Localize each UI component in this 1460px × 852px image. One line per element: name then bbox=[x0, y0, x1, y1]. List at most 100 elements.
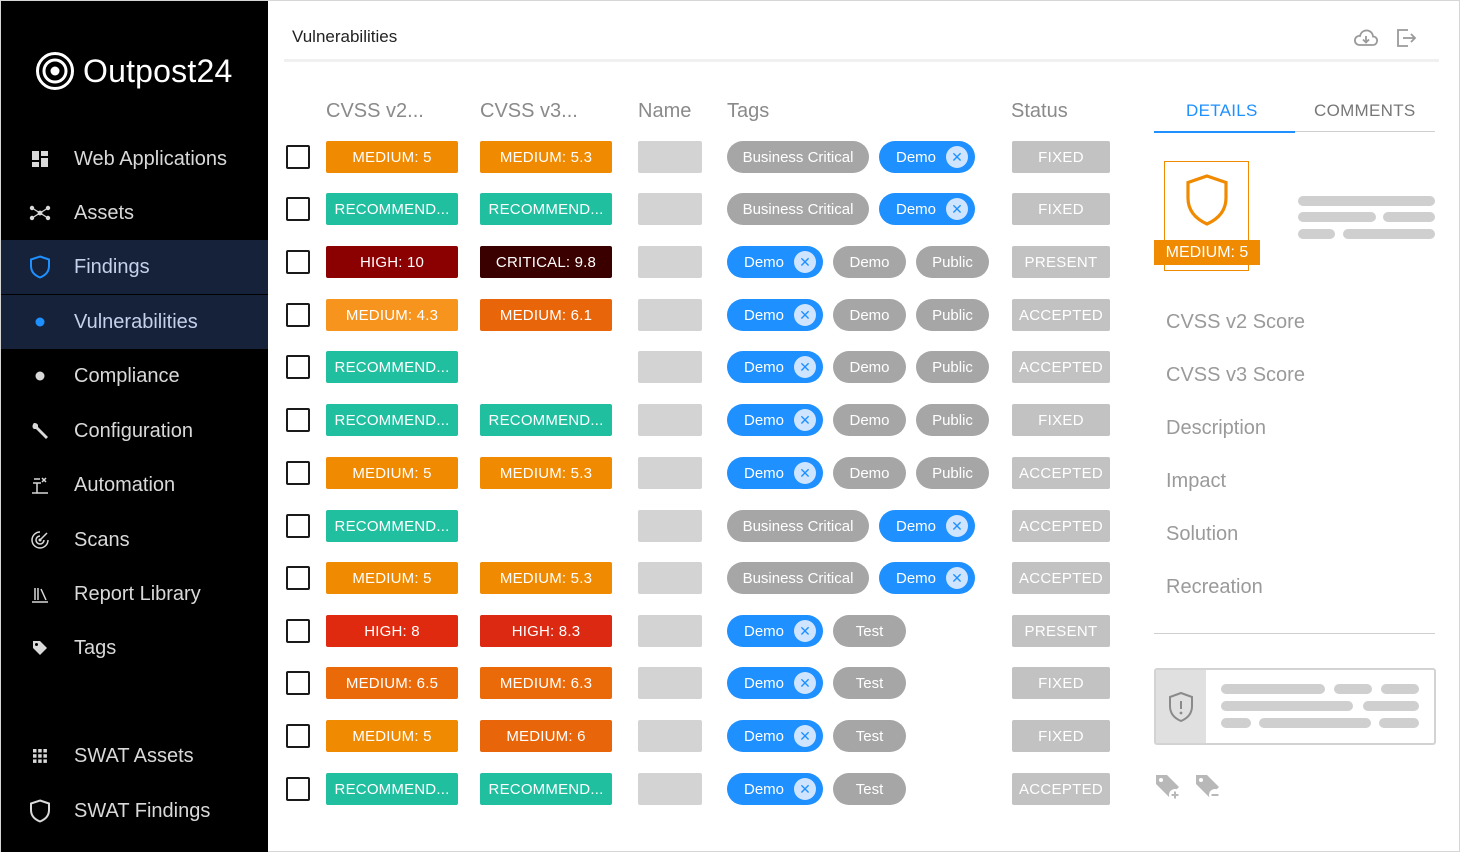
table-row[interactable]: RECOMMEND... Business Critical Demo ✕ ACCEPT… bbox=[1, 510, 1141, 542]
remove-tag-icon[interactable]: ✕ bbox=[794, 778, 817, 800]
remove-tag-icon[interactable]: ✕ bbox=[794, 304, 817, 326]
tag-chip[interactable]: Demo ✕ bbox=[727, 404, 823, 436]
placeholder-line bbox=[1334, 684, 1372, 694]
tag-chip[interactable]: Test bbox=[833, 615, 906, 647]
tag-chip[interactable]: Business Critical bbox=[727, 141, 869, 173]
add-tag-icon[interactable] bbox=[1153, 771, 1185, 808]
table-row[interactable]: MEDIUM: 6.5 MEDIUM: 6.3 Demo ✕ Test FIXED bbox=[1, 667, 1141, 699]
tag-chip[interactable]: Demo ✕ bbox=[727, 667, 823, 699]
row-checkbox[interactable] bbox=[286, 408, 310, 432]
remove-tag-icon[interactable] bbox=[1193, 771, 1225, 808]
tag-chip[interactable]: Business Critical bbox=[727, 193, 869, 225]
tag-label: Demo bbox=[744, 622, 785, 640]
tag-chip[interactable]: Public bbox=[916, 404, 989, 436]
row-checkbox[interactable] bbox=[286, 355, 310, 379]
outpost24-logo-icon bbox=[36, 52, 74, 90]
tag-chip[interactable]: Demo ✕ bbox=[879, 193, 975, 225]
tag-label: Public bbox=[932, 411, 973, 429]
tag-label: Public bbox=[932, 464, 973, 482]
row-checkbox[interactable] bbox=[286, 777, 310, 801]
tag-label: Test bbox=[855, 622, 884, 640]
row-checkbox[interactable] bbox=[286, 145, 310, 169]
tag-chip[interactable]: Public bbox=[916, 457, 989, 489]
row-checkbox[interactable] bbox=[286, 461, 310, 485]
status-badge: FIXED bbox=[1012, 720, 1110, 752]
cvss-v2-badge: MEDIUM: 5 bbox=[326, 457, 458, 489]
remove-tag-icon[interactable]: ✕ bbox=[794, 462, 817, 484]
table-row[interactable]: MEDIUM: 5 MEDIUM: 5.3 Business Critical Dem… bbox=[1, 141, 1141, 173]
tag-chip[interactable]: Test bbox=[833, 720, 906, 752]
tag-label: Demo bbox=[744, 727, 785, 745]
tag-chip[interactable]: Demo ✕ bbox=[879, 141, 975, 173]
remove-tag-icon[interactable]: ✕ bbox=[946, 146, 969, 168]
row-checkbox[interactable] bbox=[286, 619, 310, 643]
tag-chip[interactable]: Test bbox=[833, 667, 906, 699]
table-row[interactable]: MEDIUM: 5 MEDIUM: 5.3 Business Critical Dem… bbox=[1, 562, 1141, 594]
tag-chip[interactable]: Public bbox=[916, 351, 989, 383]
column-header-name[interactable]: Name bbox=[638, 100, 691, 123]
tag-chip[interactable]: Demo bbox=[833, 299, 906, 331]
cvss-v2-badge: MEDIUM: 5 bbox=[326, 141, 458, 173]
table-row[interactable]: RECOMMEND... RECOMMEND... Demo ✕ Demo Public F… bbox=[1, 404, 1141, 436]
tag-chip[interactable]: Demo bbox=[833, 457, 906, 489]
table-row[interactable]: RECOMMEND... Demo ✕ Demo Public ACCEPTED bbox=[1, 351, 1141, 383]
tag-chip[interactable]: Demo bbox=[833, 351, 906, 383]
tag-chip[interactable]: Demo ✕ bbox=[727, 457, 823, 489]
name-placeholder bbox=[638, 615, 702, 647]
brand-logo[interactable]: Outpost24 bbox=[35, 51, 232, 91]
column-header-cvss-v2[interactable]: CVSS v2... bbox=[326, 100, 424, 123]
tag-label: Business Critical bbox=[742, 569, 854, 587]
tag-chip[interactable]: Demo ✕ bbox=[727, 351, 823, 383]
row-checkbox[interactable] bbox=[286, 514, 310, 538]
table-row[interactable]: MEDIUM: 5 MEDIUM: 6 Demo ✕ Test FIXED bbox=[1, 720, 1141, 752]
tag-label: Demo bbox=[849, 306, 890, 324]
tag-label: Demo bbox=[744, 253, 785, 271]
tag-chip[interactable]: Public bbox=[916, 246, 989, 278]
shield-alert-icon bbox=[1169, 691, 1193, 722]
remove-tag-icon[interactable]: ✕ bbox=[794, 725, 817, 747]
tag-chip[interactable]: Demo bbox=[833, 404, 906, 436]
tag-label: Demo bbox=[849, 358, 890, 376]
tag-chip[interactable]: Test bbox=[833, 773, 906, 805]
table-row[interactable]: MEDIUM: 4.3 MEDIUM: 6.1 Demo ✕ Demo Public ACC… bbox=[1, 299, 1141, 331]
column-header-cvss-v3[interactable]: CVSS v3... bbox=[480, 100, 578, 123]
row-checkbox[interactable] bbox=[286, 250, 310, 274]
row-checkbox[interactable] bbox=[286, 566, 310, 590]
remove-tag-icon[interactable]: ✕ bbox=[794, 356, 817, 378]
status-badge: FIXED bbox=[1012, 667, 1110, 699]
remove-tag-icon[interactable]: ✕ bbox=[946, 515, 969, 537]
tag-chip[interactable]: Business Critical bbox=[727, 562, 869, 594]
tag-chip[interactable]: Demo ✕ bbox=[727, 246, 823, 278]
row-checkbox[interactable] bbox=[286, 303, 310, 327]
remove-tag-icon[interactable]: ✕ bbox=[946, 198, 969, 220]
table-row[interactable]: RECOMMEND... RECOMMEND... Demo ✕ Test ACCEPTE… bbox=[1, 773, 1141, 805]
tag-chip[interactable]: Demo ✕ bbox=[727, 615, 823, 647]
tag-chip[interactable]: Demo ✕ bbox=[727, 773, 823, 805]
row-checkbox[interactable] bbox=[286, 197, 310, 221]
tag-chip[interactable]: Demo bbox=[833, 246, 906, 278]
tag-chip[interactable]: Demo ✕ bbox=[879, 562, 975, 594]
remove-tag-icon[interactable]: ✕ bbox=[794, 672, 817, 694]
table-row[interactable]: HIGH: 10 CRITICAL: 9.8 Demo ✕ Demo Public PRES… bbox=[1, 246, 1141, 278]
column-header-tags[interactable]: Tags bbox=[727, 100, 769, 123]
table-row[interactable]: HIGH: 8 HIGH: 8.3 Demo ✕ Test PRESENT bbox=[1, 615, 1141, 647]
cloud-download-icon[interactable] bbox=[1353, 25, 1379, 51]
table-row[interactable]: MEDIUM: 5 MEDIUM: 5.3 Demo ✕ Demo Public ACCEP… bbox=[1, 457, 1141, 489]
column-header-status[interactable]: Status bbox=[1011, 100, 1068, 123]
logout-icon[interactable] bbox=[1393, 25, 1419, 51]
finding-note-card[interactable] bbox=[1154, 668, 1436, 745]
tab-comments[interactable]: COMMENTS bbox=[1314, 101, 1416, 121]
remove-tag-icon[interactable]: ✕ bbox=[946, 567, 969, 589]
remove-tag-icon[interactable]: ✕ bbox=[794, 251, 817, 273]
tag-chip[interactable]: Business Critical bbox=[727, 510, 869, 542]
tag-chip[interactable]: Public bbox=[916, 299, 989, 331]
tag-chip[interactable]: Demo ✕ bbox=[879, 510, 975, 542]
remove-tag-icon[interactable]: ✕ bbox=[794, 409, 817, 431]
tag-chip[interactable]: Demo ✕ bbox=[727, 720, 823, 752]
table-row[interactable]: RECOMMEND... RECOMMEND... Business Critica… bbox=[1, 193, 1141, 225]
tab-details[interactable]: DETAILS bbox=[1186, 101, 1258, 121]
row-checkbox[interactable] bbox=[286, 724, 310, 748]
row-checkbox[interactable] bbox=[286, 671, 310, 695]
remove-tag-icon[interactable]: ✕ bbox=[794, 620, 817, 642]
tag-chip[interactable]: Demo ✕ bbox=[727, 299, 823, 331]
